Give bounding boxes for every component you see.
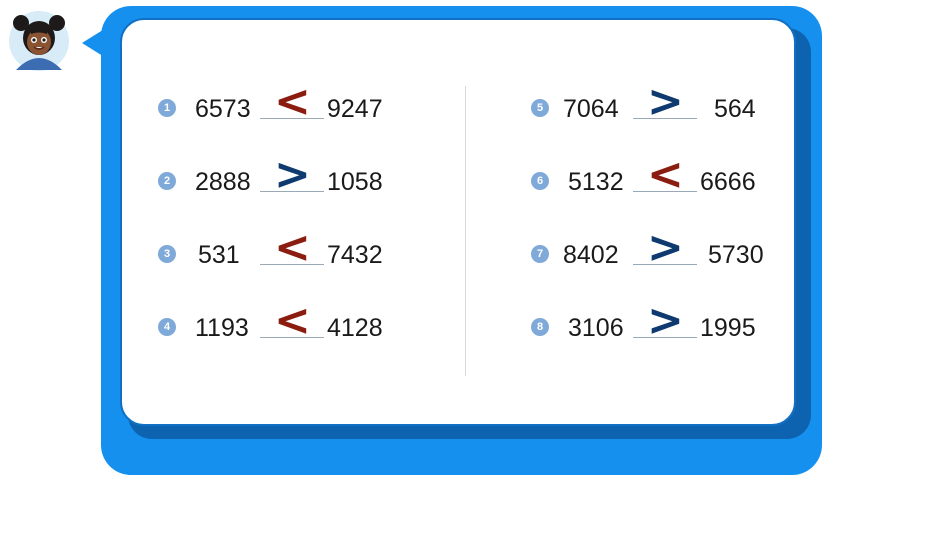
second-number: 564 <box>714 95 756 123</box>
answer-blank-line[interactable] <box>633 118 697 119</box>
comparison-row: 6 5132 < 6666 <box>0 153 931 201</box>
girl-character-avatar-icon <box>9 11 69 71</box>
first-number: 8402 <box>563 241 619 269</box>
answer-blank-line[interactable] <box>633 191 697 192</box>
second-number: 5730 <box>708 241 764 269</box>
question-number-badge: 5 <box>531 99 549 117</box>
first-number: 7064 <box>563 95 619 123</box>
second-number: 6666 <box>700 168 756 196</box>
speech-bubble-tail <box>82 28 106 58</box>
question-number-badge: 7 <box>531 245 549 263</box>
first-number: 5132 <box>568 168 624 196</box>
first-number: 3106 <box>568 314 624 342</box>
question-number-badge: 8 <box>531 318 549 336</box>
second-number: 1995 <box>700 314 756 342</box>
question-number-badge: 6 <box>531 172 549 190</box>
answer-blank-line[interactable] <box>633 264 697 265</box>
comparison-row: 7 8402 > 5730 <box>0 226 931 274</box>
comparison-row: 5 7064 > 564 <box>0 80 931 128</box>
exercise-card <box>120 18 796 426</box>
comparison-row: 8 3106 > 1995 <box>0 299 931 347</box>
answer-blank-line[interactable] <box>633 337 697 338</box>
